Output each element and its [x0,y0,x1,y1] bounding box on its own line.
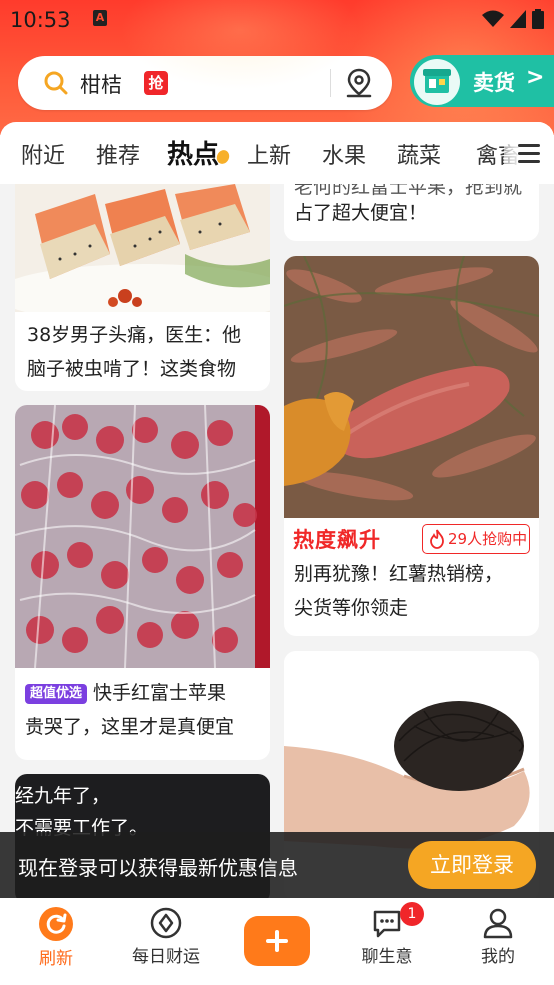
tab-vegetable[interactable]: 蔬菜 [397,138,441,170]
compass-icon [150,907,182,939]
header: 10:53 A 柑桔 抢 卖货 > [0,0,554,135]
feed-card-salmon[interactable]: 38岁男子头痛，医生：他 脑子被虫啃了！这类食物 [15,184,270,391]
card-title: 占了超大便宜！ [294,202,428,224]
plus-icon[interactable] [244,916,310,966]
card-title: 38岁男子头痛，医生：他 脑子被虫啃了！这类食物 [27,324,242,380]
search-divider [330,69,331,97]
chat-unread-badge: 1 [400,902,424,926]
search-icon [44,71,68,95]
status-icons [482,9,544,29]
store-icon [414,59,460,105]
wifi-icon [482,10,504,27]
fire-icon [430,529,444,549]
person-icon [483,908,513,939]
menu-icon[interactable] [504,122,554,184]
apple-bags-image [15,405,270,668]
refresh-icon [39,907,73,941]
login-button[interactable]: 立即登录 [408,841,536,889]
signal-icon [510,10,526,28]
nav-refresh[interactable]: 刷新 [24,906,88,969]
card-title: 别再犹豫！红薯热销榜， 尖货等你领走 [294,563,504,619]
card-title: 超值优选 快手红富士苹果 贵哭了，这里才是真便宜 [25,682,235,738]
chevron-right-icon: > [526,65,545,90]
tab-recommend[interactable]: 推荐 [96,138,140,170]
nav-mine[interactable]: 我的 [466,906,530,967]
status-time: 10:53 [10,8,71,32]
tab-new[interactable]: 上新 [247,138,291,170]
salmon-image [15,184,270,312]
status-bar: 10:53 A [10,6,544,34]
chat-icon [373,910,401,938]
search-term[interactable]: 柑桔 [80,69,122,99]
bottom-nav: 刷新 每日财运 聊生意 我的 [0,898,554,985]
sell-label: 卖货 [473,71,515,95]
category-tabs: 附近 推荐 热点 上新 水果 蔬菜 禽畜 [0,122,554,184]
app-notification-icon: A [93,10,107,26]
search-bar[interactable]: 柑桔 抢 [18,56,392,110]
grab-badge: 抢 [144,71,168,95]
feed-card-apple[interactable]: 超值优选 快手红富士苹果 贵哭了，这里才是真便宜 [15,405,270,760]
tab-fruit[interactable]: 水果 [322,138,366,170]
feed-card-top-right[interactable]: 老何的红富士苹果，抢到就 占了超大便宜！ [284,184,539,241]
buying-badge: 29人抢购中 [422,524,530,554]
battery-icon [532,9,544,29]
tab-nearby[interactable]: 附近 [21,138,65,170]
login-banner: 现在登录可以获得最新优惠信息 立即登录 [0,832,554,898]
location-pin-icon[interactable] [346,68,372,98]
hot-rising-label: 热度飙升 [293,528,381,552]
nav-daily-fortune[interactable]: 每日财运 [124,906,208,967]
login-message: 现在登录可以获得最新优惠信息 [18,856,298,880]
tab-hot[interactable]: 热点 [167,134,219,171]
feed-card-sweetpotato[interactable]: 热度飙升 29人抢购中 别再犹豫！红薯热销榜， 尖货等你领走 [284,256,539,636]
sweet-potato-image [284,256,539,518]
sell-button[interactable]: 卖货 > [410,55,554,107]
value-pick-tag: 超值优选 [25,684,88,704]
